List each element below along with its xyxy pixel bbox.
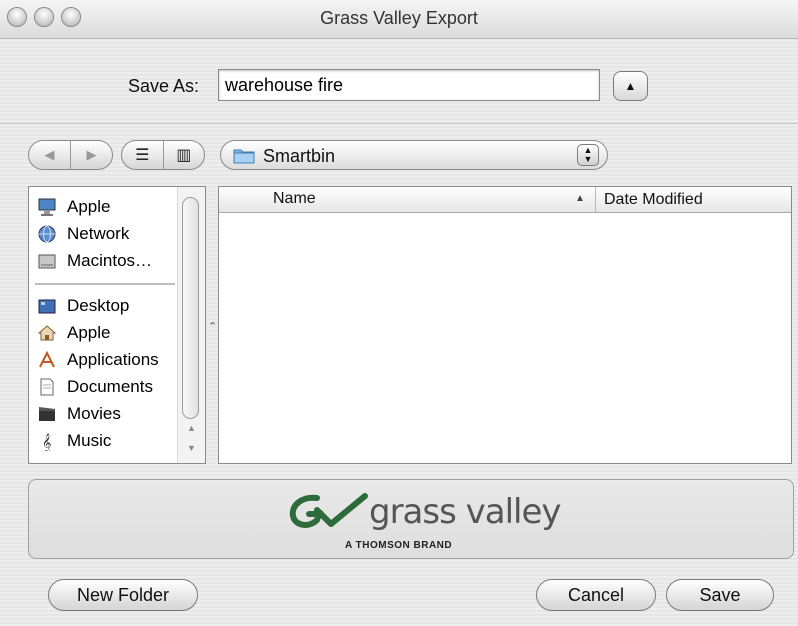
expand-dialog-button[interactable]: ▲ [613,71,648,101]
forward-button[interactable]: ▶ [70,141,112,169]
view-mode-buttons: ☰ ▥ [121,140,205,170]
sidebar-item-label: Apple [67,197,111,216]
logo-text: grass valley [369,492,562,532]
updown-arrows-icon: ▲ ▼ [577,144,599,166]
sidebar-item-label: Applications [67,350,159,369]
sort-ascending-icon: ▲ [575,193,585,204]
grass-valley-logo-panel: grass valley A THOMSON BRAND [28,479,794,559]
sidebar-item-desktop[interactable]: Desktop [37,294,129,318]
title-bar: Grass Valley Export [0,0,798,39]
column-view-icon: ▥ [176,147,192,164]
sidebar-item-label: Network [67,224,130,243]
save-as-label: Save As: [128,76,200,96]
triangle-right-icon: ▶ [86,147,97,162]
sidebar-divider [35,283,175,285]
file-list[interactable]: Name ▲ Date Modified [218,186,792,464]
window-title: Grass Valley Export [320,8,478,28]
music-icon: 𝄞 [42,433,51,451]
list-view-button[interactable]: ☰ [122,141,163,169]
sidebar-item-network[interactable]: Network [37,222,129,246]
triangle-up-icon: ▲ [624,79,637,93]
save-dialog-window: Grass Valley Export Save As: warehouse f… [0,0,798,626]
location-popup[interactable]: Smartbin ▲ ▼ [220,140,608,170]
sidebar-item-label: Apple [67,323,111,342]
computer-icon [38,198,56,216]
sidebar-item-label: Music [67,431,112,450]
location-popup-label: Smartbin [263,146,336,166]
back-button[interactable]: ◀ [29,141,70,169]
sidebar-scroll-thumb[interactable] [182,197,199,419]
scroll-up-icon[interactable]: ▲ [187,423,196,433]
sidebar-item-documents[interactable]: Documents [37,375,153,399]
column-view-button[interactable]: ▥ [162,141,205,169]
sidebar-item-movies[interactable]: Movies [37,402,121,426]
sidebar-resize-handle[interactable]: ⌃ [208,320,217,333]
sidebar: Apple Network Macintos… Desktop Apple Ap… [28,186,206,464]
desktop-icon [38,299,56,314]
applications-icon [39,350,55,368]
cancel-button[interactable]: Cancel [536,579,656,611]
scroll-down-icon[interactable]: ▼ [187,443,196,453]
new-folder-button[interactable]: New Folder [48,579,198,611]
triangle-left-icon: ◀ [44,147,55,162]
movies-icon [39,407,55,421]
column-header-date-modified[interactable]: Date Modified [595,187,703,212]
hard-drive-icon [38,254,56,269]
home-icon [37,325,57,341]
sidebar-item-home[interactable]: Apple [37,321,110,345]
save-button[interactable]: Save [666,579,774,611]
logo-brand: A THOMSON BRAND [345,540,453,551]
sidebar-item-applications[interactable]: Applications [37,348,159,372]
sidebar-item-label: Movies [67,404,121,423]
sidebar-item-music[interactable]: 𝄞 Music [37,429,111,453]
sidebar-item-computer[interactable]: Apple [37,195,110,219]
svg-text:𝄞: 𝄞 [42,433,51,451]
list-view-icon: ☰ [135,147,150,164]
network-globe-icon [38,225,56,243]
folder-icon [233,149,255,164]
sidebar-item-label: Macintos… [67,251,153,270]
save-as-input[interactable]: warehouse fire [218,69,600,101]
divider [0,123,798,124]
documents-icon [40,378,54,396]
file-list-header: Name ▲ Date Modified [219,187,791,213]
column-header-name[interactable]: Name [273,190,316,208]
grass-valley-logo-icon [289,493,368,528]
back-forward-buttons: ◀ ▶ [28,140,113,170]
sidebar-item-label: Documents [67,377,153,396]
sidebar-item-macintosh-hd[interactable]: Macintos… [37,249,152,273]
sidebar-scrollbar[interactable]: ▲ ▼ [177,187,205,463]
sidebar-item-label: Desktop [67,296,130,315]
